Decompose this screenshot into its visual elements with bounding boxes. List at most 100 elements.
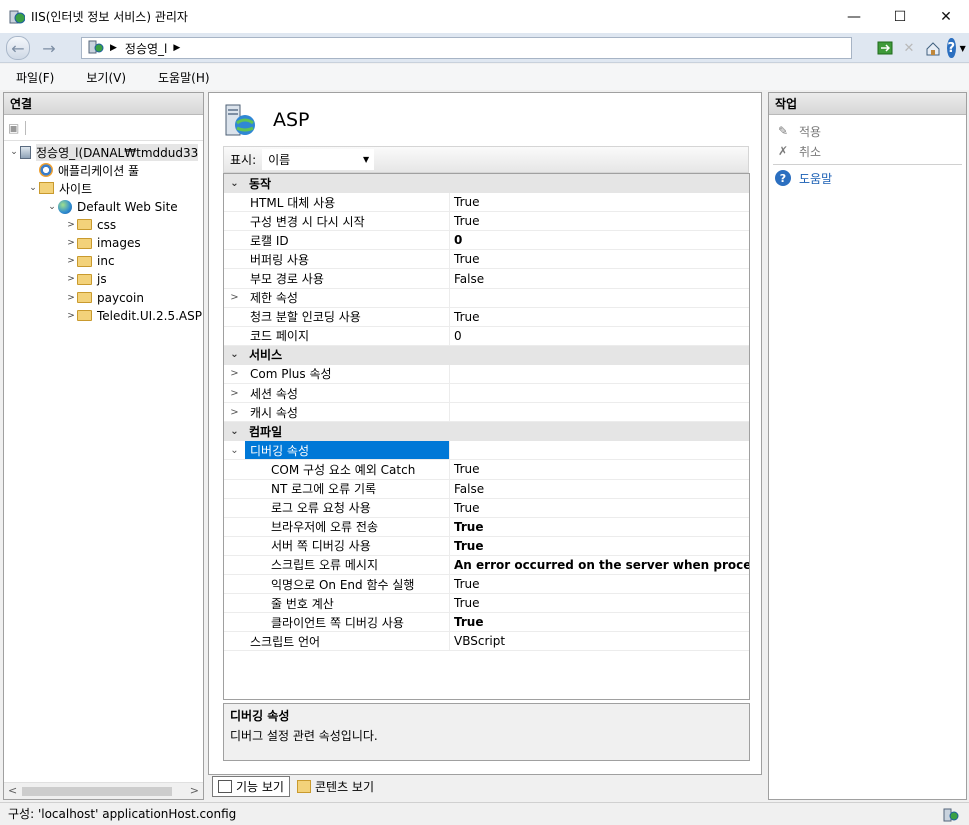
property-value[interactable]: True bbox=[450, 537, 749, 555]
property-row[interactable]: 서버 쪽 디버깅 사용 True bbox=[224, 536, 749, 556]
cancel-action[interactable]: ✗ 취소 bbox=[769, 141, 966, 161]
property-row[interactable]: 청크 분할 인코딩 사용 True bbox=[224, 307, 749, 327]
property-row[interactable]: 로그 오류 요청 사용 True bbox=[224, 498, 749, 518]
expand-chevron-icon[interactable]: > bbox=[224, 364, 245, 384]
property-value[interactable]: True bbox=[450, 613, 749, 631]
tree-item[interactable]: ⌄ 사이트 bbox=[4, 179, 203, 197]
property-category[interactable]: ⌄ 서비스 bbox=[224, 345, 749, 365]
expand-chevron-icon[interactable]: > bbox=[65, 256, 77, 266]
apply-action[interactable]: ✎ 적용 bbox=[769, 121, 966, 141]
forward-button[interactable]: → bbox=[38, 37, 60, 59]
property-value[interactable] bbox=[450, 289, 749, 307]
tree-item[interactable]: > images bbox=[4, 234, 203, 252]
connect-icon[interactable]: ▣ bbox=[8, 121, 19, 135]
property-value[interactable]: True bbox=[450, 212, 749, 230]
property-value[interactable] bbox=[450, 441, 749, 459]
collapse-chevron-icon[interactable]: ⌄ bbox=[46, 202, 58, 212]
tree-item[interactable]: > inc bbox=[4, 252, 203, 270]
property-value[interactable]: True bbox=[450, 250, 749, 268]
tree-item[interactable]: ⌄ Default Web Site bbox=[4, 198, 203, 216]
tree-item[interactable]: > Teledit.UI.2.5.ASP bbox=[4, 307, 203, 325]
menu-file[interactable]: 파일(F) bbox=[10, 67, 60, 88]
menu-view[interactable]: 보기(V) bbox=[80, 67, 132, 88]
collapse-chevron-icon[interactable]: ⌄ bbox=[8, 147, 20, 157]
property-row[interactable]: 버퍼링 사용 True bbox=[224, 250, 749, 270]
property-row[interactable]: 클라이언트 쪽 디버깅 사용 True bbox=[224, 613, 749, 633]
property-value[interactable]: 0 bbox=[450, 231, 749, 249]
property-category[interactable]: ⌄ 컴파일 bbox=[224, 422, 749, 442]
property-value[interactable]: True bbox=[450, 460, 749, 478]
tab-features-view[interactable]: 기능 보기 bbox=[212, 775, 290, 797]
property-value[interactable]: An error occurred on the server when pro… bbox=[450, 556, 749, 574]
scroll-thumb[interactable] bbox=[22, 787, 172, 796]
property-row[interactable]: COM 구성 요소 예외 Catch True bbox=[224, 460, 749, 480]
expand-chevron-icon[interactable]: > bbox=[65, 293, 77, 303]
horizontal-scrollbar[interactable]: < > bbox=[4, 782, 203, 799]
tree-item[interactable]: > paycoin bbox=[4, 289, 203, 307]
property-value[interactable]: 0 bbox=[450, 327, 749, 345]
collapse-chevron-icon[interactable]: ⌄ bbox=[224, 174, 245, 193]
back-button[interactable]: ← bbox=[6, 36, 30, 60]
property-value[interactable]: True bbox=[450, 308, 749, 326]
expand-chevron-icon[interactable]: > bbox=[65, 220, 77, 230]
property-value[interactable]: True bbox=[450, 518, 749, 536]
property-value[interactable]: False bbox=[450, 480, 749, 498]
property-category[interactable]: ⌄ 동작 bbox=[224, 174, 749, 194]
minimize-button[interactable]: — bbox=[831, 0, 877, 33]
collapse-chevron-icon[interactable]: ⌄ bbox=[27, 183, 39, 193]
tab-content-view[interactable]: 콘텐츠 보기 bbox=[292, 776, 379, 797]
expand-chevron-icon[interactable]: > bbox=[224, 384, 245, 403]
stop-icon[interactable]: ✕ bbox=[899, 38, 919, 58]
help-dropdown-icon[interactable]: ? ▼ bbox=[947, 38, 967, 58]
menu-help[interactable]: 도움말(H) bbox=[152, 67, 216, 88]
property-row[interactable]: ⌄ 디버깅 속성 bbox=[224, 441, 749, 461]
close-button[interactable]: ✕ bbox=[923, 0, 969, 33]
property-value[interactable]: True bbox=[450, 193, 749, 211]
expand-chevron-icon[interactable]: > bbox=[224, 288, 245, 307]
property-value[interactable]: True bbox=[450, 575, 749, 593]
breadcrumb-arrow-icon[interactable]: ▶ bbox=[173, 43, 180, 53]
property-row[interactable]: NT 로그에 오류 기록 False bbox=[224, 479, 749, 499]
property-value[interactable]: VBScript bbox=[450, 632, 749, 650]
maximize-button[interactable]: ☐ bbox=[877, 0, 923, 33]
expand-chevron-icon[interactable]: > bbox=[65, 238, 77, 248]
help-action[interactable]: ? 도움말 bbox=[769, 168, 966, 188]
property-row[interactable]: > 캐시 속성 bbox=[224, 403, 749, 423]
collapse-chevron-icon[interactable]: ⌄ bbox=[224, 422, 245, 441]
property-value[interactable] bbox=[450, 403, 749, 421]
property-value[interactable]: False bbox=[450, 269, 749, 287]
collapse-chevron-icon[interactable]: ⌄ bbox=[224, 441, 245, 460]
tree-item[interactable]: > js bbox=[4, 270, 203, 288]
property-row[interactable]: 스크립트 언어 VBScript bbox=[224, 632, 749, 652]
home-icon[interactable] bbox=[923, 38, 943, 58]
scroll-right-icon[interactable]: > bbox=[190, 784, 199, 797]
tree-item[interactable]: ⌄ 정승영_l(DANAL₩tmddud33 bbox=[4, 143, 203, 161]
property-row[interactable]: 스크립트 오류 메시지 An error occurred on the serv… bbox=[224, 555, 749, 575]
property-row[interactable]: 구성 변경 시 다시 시작 True bbox=[224, 212, 749, 232]
property-value[interactable] bbox=[450, 365, 749, 383]
expand-chevron-icon[interactable]: > bbox=[224, 403, 245, 422]
tree-item[interactable]: > css bbox=[4, 216, 203, 234]
property-row[interactable]: > Com Plus 속성 bbox=[224, 364, 749, 385]
scroll-left-icon[interactable]: < bbox=[8, 784, 17, 797]
breadcrumb-server[interactable]: 정승영_l bbox=[125, 40, 167, 57]
property-row[interactable]: > 세션 속성 bbox=[224, 384, 749, 404]
breadcrumb-arrow-icon[interactable]: ▶ bbox=[110, 43, 117, 53]
property-row[interactable]: > 제한 속성 bbox=[224, 288, 749, 308]
property-value[interactable]: True bbox=[450, 594, 749, 612]
expand-chevron-icon[interactable]: > bbox=[65, 274, 77, 284]
property-row[interactable]: 익명으로 On End 함수 실행 True bbox=[224, 574, 749, 595]
property-row[interactable]: 줄 번호 계산 True bbox=[224, 594, 749, 614]
collapse-chevron-icon[interactable]: ⌄ bbox=[224, 345, 245, 364]
property-row[interactable]: 로캘 ID 0 bbox=[224, 231, 749, 251]
address-field[interactable]: ▶ 정승영_l ▶ bbox=[81, 37, 852, 59]
property-row[interactable]: HTML 대체 사용 True bbox=[224, 193, 749, 213]
tree-item[interactable]: 애플리케이션 풀 bbox=[4, 161, 203, 179]
property-value[interactable] bbox=[450, 384, 749, 402]
property-row[interactable]: 브라우저에 오류 전송 True bbox=[224, 517, 749, 537]
property-row[interactable]: 코드 페이지 0 bbox=[224, 326, 749, 346]
property-row[interactable]: 부모 경로 사용 False bbox=[224, 269, 749, 289]
display-select[interactable]: 이름 ▼ bbox=[262, 149, 375, 170]
expand-chevron-icon[interactable]: > bbox=[65, 311, 77, 321]
property-value[interactable]: True bbox=[450, 499, 749, 517]
